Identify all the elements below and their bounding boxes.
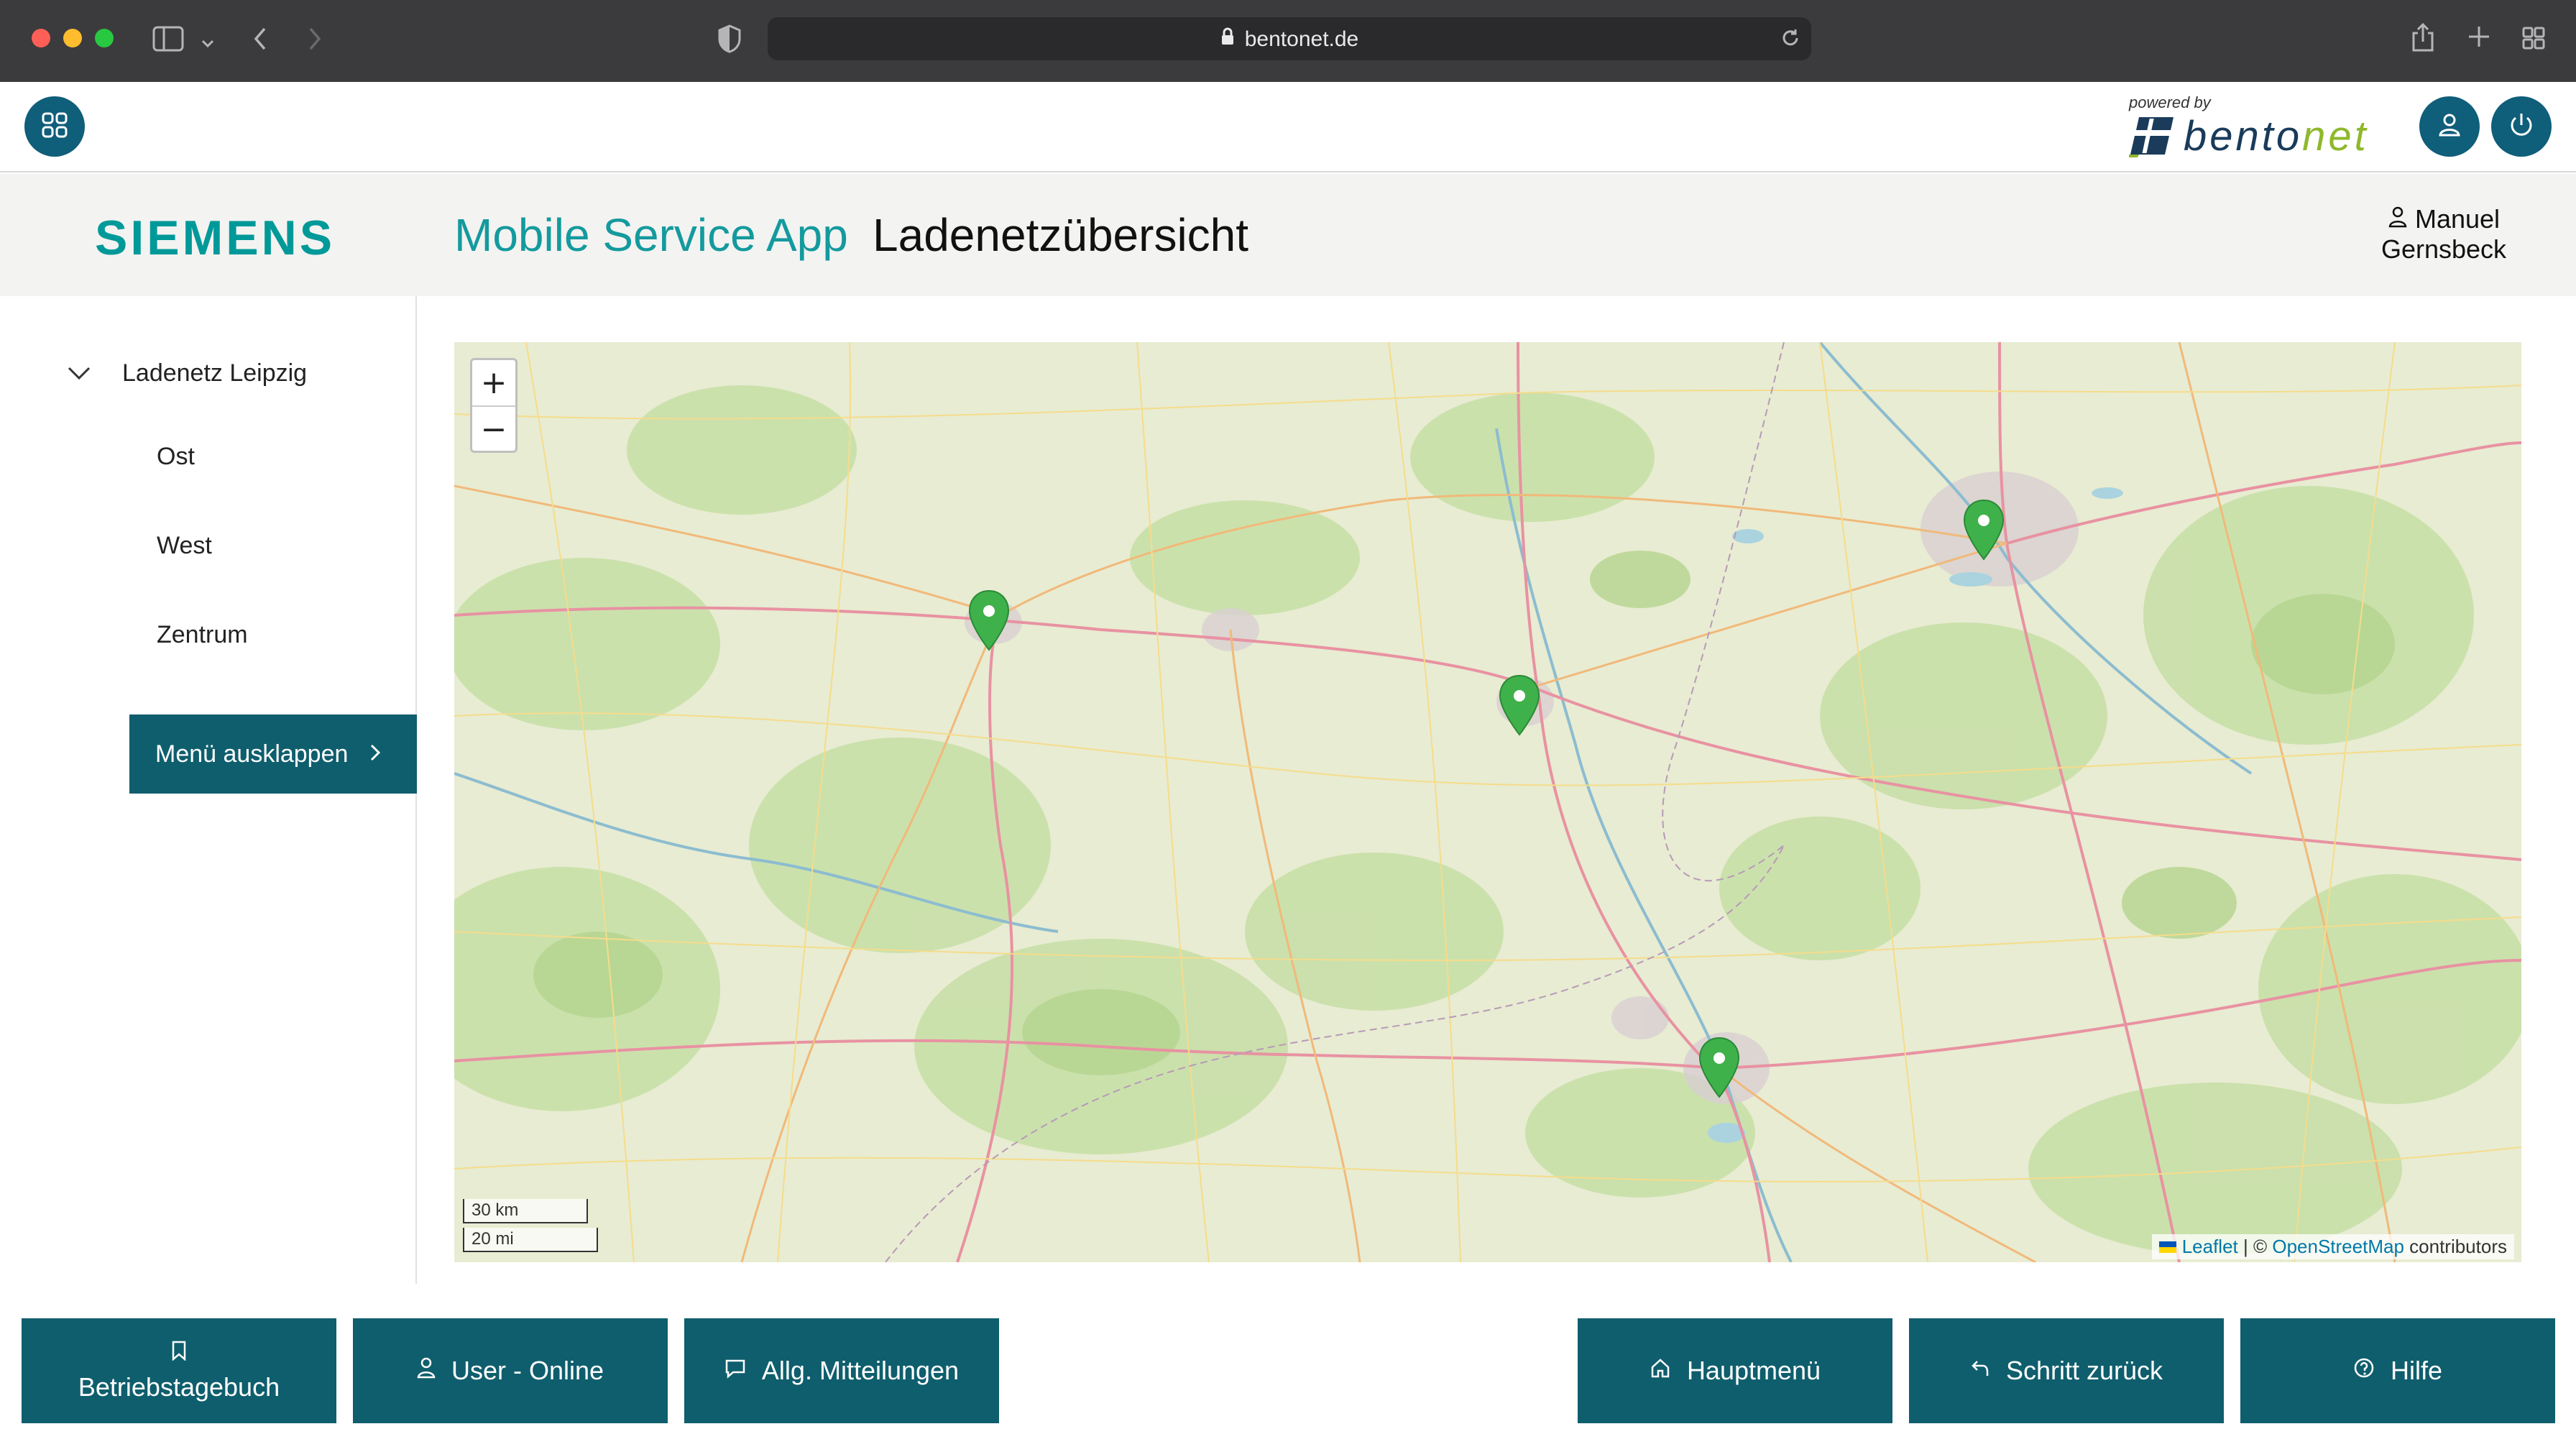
tree-item-west[interactable]: West	[157, 532, 212, 560]
user-icon	[2435, 111, 2464, 142]
page-header: SIEMENS Mobile Service App Ladenetzübers…	[0, 174, 2576, 296]
bookmark-icon	[171, 1340, 187, 1366]
chevron-down-icon[interactable]	[66, 359, 101, 387]
bentonet-logo: bentonet	[2129, 111, 2369, 161]
tree-item-zentrum[interactable]: Zentrum	[157, 621, 248, 649]
logbook-label: Betriebstagebuch	[78, 1371, 280, 1402]
main-menu-label: Hauptmenü	[1686, 1356, 1821, 1385]
home-icon	[1650, 1357, 1671, 1384]
ukraine-flag-icon	[2159, 1236, 2177, 1257]
sidebar: Ladenetz Leipzig Ost West Zentrum Menü a…	[0, 296, 417, 1284]
user-icon	[417, 1357, 436, 1384]
tree-item-ost[interactable]: Ost	[157, 443, 195, 471]
back-icon[interactable]	[252, 26, 269, 56]
station-marker-icon[interactable]	[967, 589, 1011, 651]
step-back-label: Schritt zurück	[2005, 1356, 2163, 1385]
messages-button[interactable]: Allg. Mitteilungen	[684, 1318, 999, 1423]
map-tiles[interactable]	[454, 342, 2521, 1262]
url-text: bentonet.de	[1244, 27, 1359, 51]
message-icon	[724, 1358, 746, 1384]
shield-icon[interactable]	[717, 24, 742, 58]
user-outline-icon	[2388, 204, 2408, 234]
logo-text-bento: bento	[2184, 112, 2303, 160]
attribution-contributors: contributors	[2404, 1236, 2507, 1257]
help-icon	[2353, 1357, 2375, 1384]
map-view[interactable]: + − 30 km 20 mi Leaflet | © OpenStreetMa…	[454, 342, 2521, 1262]
forward-icon[interactable]	[306, 26, 323, 56]
tree-root-label: Ladenetz Leipzig	[122, 359, 308, 387]
messages-label: Allg. Mitteilungen	[761, 1356, 960, 1385]
reload-icon[interactable]	[1780, 27, 1801, 52]
maximize-window-button[interactable]	[95, 29, 114, 47]
close-window-button[interactable]	[32, 29, 50, 47]
new-tab-icon[interactable]	[2467, 24, 2491, 53]
grid-icon	[40, 111, 69, 142]
help-button[interactable]: Hilfe	[2240, 1318, 2555, 1423]
logbook-button[interactable]: Betriebstagebuch	[22, 1318, 336, 1423]
bentonet-mark-icon	[2129, 114, 2176, 157]
leaflet-link[interactable]: Leaflet	[2182, 1236, 2238, 1257]
minimize-window-button[interactable]	[63, 29, 82, 47]
logo-text-net: net	[2302, 112, 2369, 160]
browser-toolbar: bentonet.de	[0, 0, 2576, 82]
chevron-down-icon[interactable]	[200, 29, 216, 56]
app-title: Mobile Service App	[454, 209, 848, 261]
user-online-button[interactable]: User - Online	[353, 1318, 668, 1423]
address-bar[interactable]: bentonet.de	[768, 17, 1811, 60]
lock-icon	[1220, 27, 1235, 52]
expand-menu-button[interactable]: Menü ausklappen	[129, 714, 417, 794]
share-icon[interactable]	[2411, 22, 2435, 58]
sidebar-toggle-icon[interactable]	[152, 26, 184, 56]
siemens-logo: SIEMENS	[95, 211, 336, 265]
chevron-right-icon	[369, 740, 381, 768]
station-marker-icon[interactable]	[1698, 1037, 1741, 1098]
app-top-bar: powered by bentonet	[0, 82, 2576, 173]
page-title: Ladenetzübersicht	[873, 209, 1249, 261]
map-attribution: Leaflet | © OpenStreetMap contributors	[2152, 1234, 2514, 1259]
step-back-button[interactable]: Schritt zurück	[1909, 1318, 2224, 1423]
help-label: Hilfe	[2390, 1356, 2443, 1385]
expand-menu-label: Menü ausklappen	[155, 740, 349, 768]
attribution-separator: | ©	[2237, 1236, 2273, 1257]
zoom-in-button[interactable]: +	[472, 360, 515, 405]
user-first-name: Manuel	[2414, 204, 2501, 234]
user-last-name: Gernsbeck	[2380, 234, 2507, 264]
scale-mi: 20 mi	[463, 1228, 598, 1252]
user-online-label: User - Online	[451, 1356, 604, 1385]
station-marker-icon[interactable]	[1498, 674, 1541, 736]
station-marker-icon[interactable]	[1962, 499, 2005, 561]
powered-by-label: powered by	[2129, 93, 2211, 111]
apps-menu-button[interactable]	[24, 96, 85, 157]
current-user[interactable]: Manuel Gernsbeck	[2365, 204, 2523, 265]
logout-button[interactable]	[2491, 96, 2552, 157]
tab-overview-icon[interactable]	[2521, 26, 2546, 55]
undo-arrow-icon	[1970, 1358, 1990, 1384]
zoom-out-button[interactable]: −	[472, 407, 515, 452]
main-menu-button[interactable]: Hauptmenü	[1578, 1318, 1892, 1423]
tree-item-ladenetz-leipzig[interactable]: Ladenetz Leipzig	[66, 359, 307, 387]
zoom-control: + −	[470, 358, 518, 453]
power-icon	[2507, 111, 2536, 142]
scale-km: 30 km	[463, 1199, 588, 1223]
osm-link[interactable]: OpenStreetMap	[2272, 1236, 2404, 1257]
user-profile-button[interactable]	[2419, 96, 2480, 157]
